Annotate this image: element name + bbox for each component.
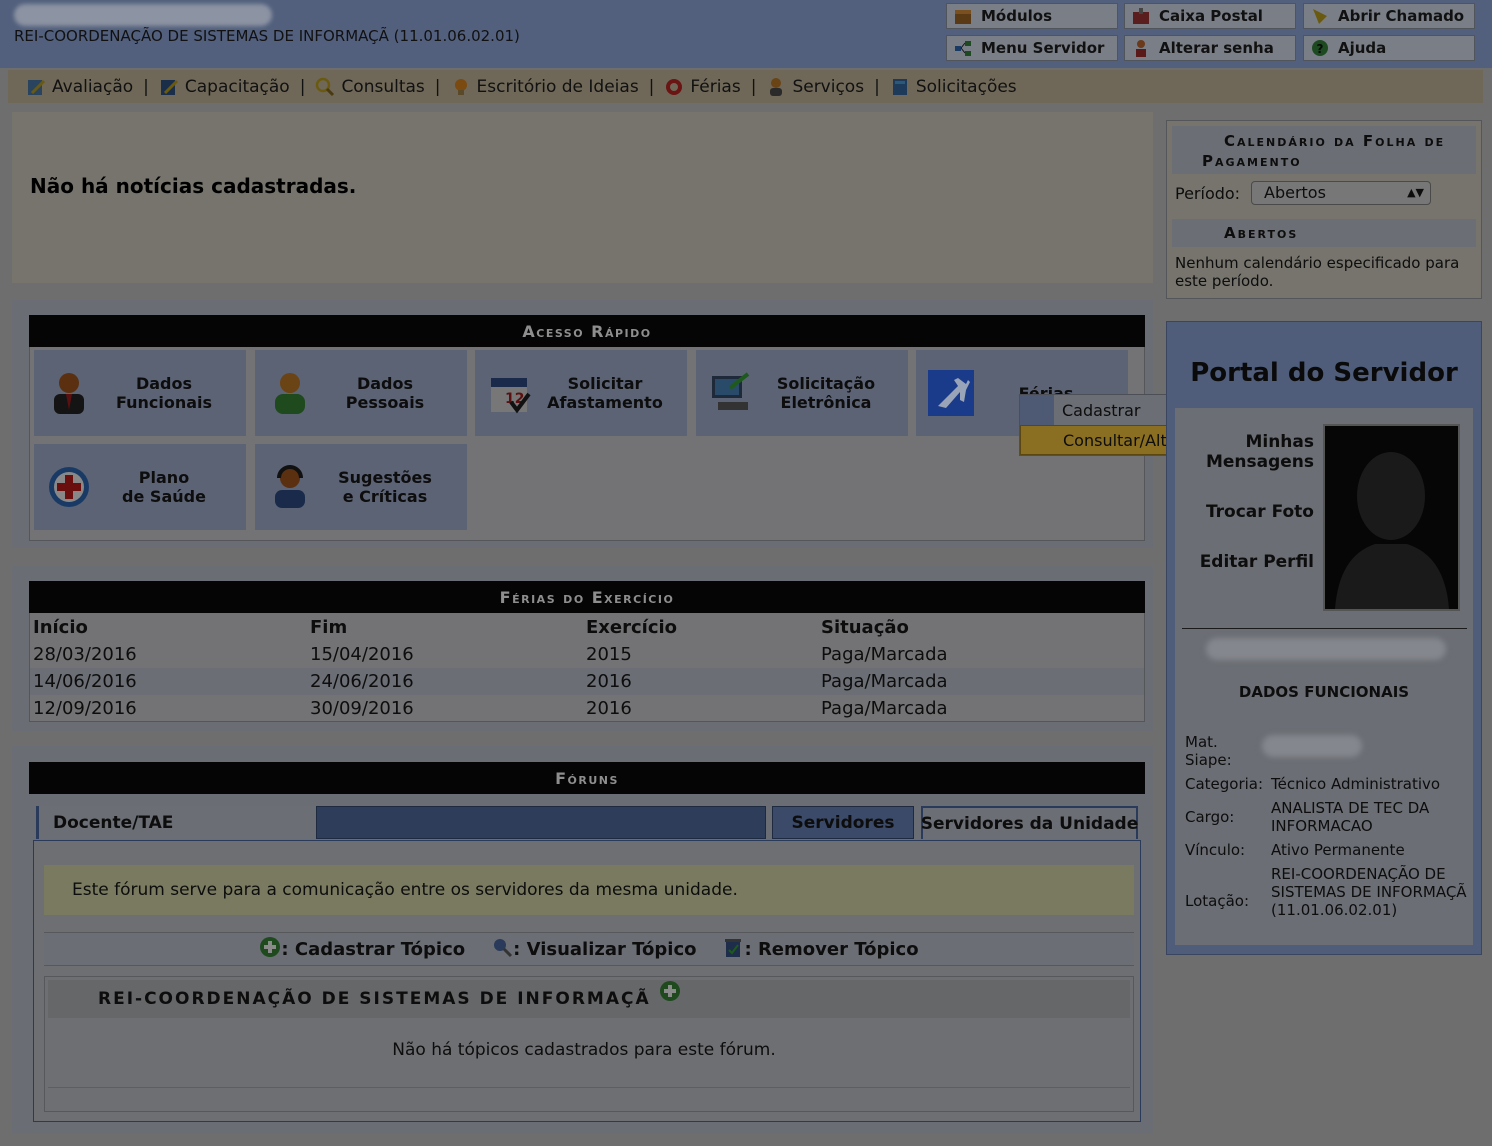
periodo-select[interactable]: Abertos ▲▼ bbox=[1251, 181, 1431, 205]
forum-legend: : Cadastrar Tópico : Visualizar Tópico :… bbox=[44, 932, 1134, 966]
user-name-redacted bbox=[14, 4, 272, 26]
field-label-categoria: Categoria: bbox=[1185, 775, 1264, 793]
menu-consultas[interactable]: Consultas bbox=[315, 77, 425, 97]
menu-icon bbox=[953, 38, 973, 58]
avatar bbox=[1323, 424, 1460, 611]
employee-name-redacted bbox=[1206, 638, 1446, 660]
menu-servicos[interactable]: Serviços bbox=[766, 77, 864, 97]
magnifier-icon bbox=[491, 936, 513, 963]
forum-name[interactable]: REI-COORDENAÇÃO DE SISTEMAS DE INFORMAÇÃ bbox=[98, 989, 651, 1009]
legend-remover: : Remover Tópico bbox=[722, 936, 919, 963]
field-value-lotacao: REI-COORDENAÇÃO DE SISTEMAS DE INFORMAÇÃ… bbox=[1271, 865, 1467, 919]
link-minhas-mensagens[interactable]: Minhas Mensagens bbox=[1180, 432, 1314, 472]
forum-name-row: REI-COORDENAÇÃO DE SISTEMAS DE INFORMAÇÃ bbox=[48, 980, 1130, 1018]
table-row: 28/03/2016 15/04/2016 2015 Paga/Marcada bbox=[33, 644, 948, 665]
ticket-icon bbox=[1310, 6, 1330, 26]
ferias-table-header: Início Fim Exercício Situação bbox=[30, 614, 1144, 641]
forums-title: Fóruns bbox=[29, 762, 1145, 794]
periodo-label: Período: bbox=[1175, 184, 1241, 203]
quick-dados-pessoais[interactable]: Dados Pessoais bbox=[255, 350, 467, 436]
calendar-title: Calendário da Folha de Pagamento bbox=[1172, 126, 1476, 174]
legend-visualizar: : Visualizar Tópico bbox=[491, 936, 696, 963]
menu-servidor-button[interactable]: Menu Servidor bbox=[946, 35, 1118, 61]
evaluation-icon bbox=[26, 77, 46, 97]
field-label-vinculo: Vínculo: bbox=[1185, 841, 1246, 859]
col-exercicio: Exercício bbox=[586, 617, 678, 638]
trash-icon bbox=[722, 936, 744, 963]
search-icon bbox=[315, 77, 335, 97]
ferias-title: Férias do Exercício bbox=[29, 581, 1145, 613]
table-row: 12/09/2016 30/09/2016 2016 Paga/Marcada bbox=[33, 698, 948, 719]
mailbox-button[interactable]: Caixa Postal bbox=[1124, 3, 1296, 29]
tab-servidores[interactable]: Servidores bbox=[772, 806, 914, 839]
user-key-icon bbox=[1131, 38, 1151, 58]
quick-dados-funcionais[interactable]: Dados Funcionais bbox=[34, 350, 246, 436]
field-value-cargo: ANALISTA DE TEC DA INFORMACAO bbox=[1271, 799, 1430, 835]
mailbox-icon bbox=[1131, 6, 1151, 26]
help-button[interactable]: ? Ajuda bbox=[1303, 35, 1475, 61]
change-password-button[interactable]: Alterar senha bbox=[1124, 35, 1296, 61]
open-ticket-button[interactable]: Abrir Chamado bbox=[1303, 3, 1475, 29]
person-icon bbox=[267, 370, 313, 416]
field-label-cargo: Cargo: bbox=[1185, 808, 1235, 826]
lightbulb-icon bbox=[451, 77, 471, 97]
link-editar-perfil[interactable]: Editar Perfil bbox=[1180, 552, 1314, 572]
field-value-categoria: Técnico Administrativo bbox=[1271, 775, 1441, 793]
dados-funcionais-title: DADOS FUNCIONAIS bbox=[1238, 683, 1410, 701]
legend-cadastrar: : Cadastrar Tópico bbox=[259, 936, 465, 963]
calendar-icon: 12 bbox=[487, 370, 533, 416]
tab-servidores-unidade[interactable]: Servidores da Unidade bbox=[921, 806, 1138, 839]
quick-sugestoes-criticas[interactable]: Sugestões e Críticas bbox=[255, 444, 467, 530]
col-fim: Fim bbox=[310, 617, 348, 638]
siape-redacted bbox=[1262, 735, 1362, 757]
health-cross-icon bbox=[46, 464, 92, 510]
divider bbox=[1182, 628, 1467, 629]
portal-title: Portal do Servidor bbox=[1190, 358, 1458, 388]
quick-plano-saude[interactable]: Plano de Saúde bbox=[34, 444, 246, 530]
unit-title: REI-COORDENAÇÃO DE SISTEMAS DE INFORMAÇÃ… bbox=[14, 27, 520, 45]
news-empty-message: Não há notícias cadastradas. bbox=[30, 174, 357, 198]
menu-avaliacao[interactable]: Avaliação bbox=[26, 77, 133, 97]
forum-empty-message: Não há tópicos cadastrados para este fór… bbox=[392, 1040, 776, 1060]
tab-docente-tae[interactable]: Docente/TAE bbox=[36, 806, 316, 839]
menu-escritorio-ideias[interactable]: Escritório de Ideias bbox=[451, 77, 639, 97]
link-trocar-foto[interactable]: Trocar Foto bbox=[1180, 502, 1314, 522]
forum-info-box: Este fórum serve para a comunicação entr… bbox=[44, 865, 1134, 915]
calendar-empty-message: Nenhum calendário especificado para este… bbox=[1175, 254, 1460, 290]
add-topic-icon[interactable] bbox=[659, 980, 681, 1007]
table-row: 14/06/2016 24/06/2016 2016 Paga/Marcada bbox=[30, 668, 1144, 695]
user-silhouette-icon bbox=[1325, 426, 1458, 609]
quick-solicitar-afastamento[interactable]: 12 Solicitar Afastamento bbox=[475, 350, 687, 436]
field-value-vinculo: Ativo Permanente bbox=[1271, 841, 1405, 859]
business-person-icon bbox=[46, 370, 92, 416]
select-arrows-icon: ▲▼ bbox=[1407, 186, 1424, 199]
divider bbox=[48, 1087, 1130, 1088]
add-icon bbox=[259, 936, 281, 963]
support-agent-icon bbox=[267, 464, 313, 510]
quick-solicitacao-eletronica[interactable]: Solicitação Eletrônica bbox=[696, 350, 908, 436]
abertos-header: Abertos bbox=[1172, 219, 1476, 247]
help-icon: ? bbox=[1310, 38, 1330, 58]
quick-access-title: Acesso Rápido bbox=[29, 315, 1145, 347]
main-menubar: Avaliação | Capacitação | Consultas | Es… bbox=[8, 70, 1483, 103]
modules-icon bbox=[953, 6, 973, 26]
book-icon bbox=[890, 77, 910, 97]
field-label-lotacao: Lotação: bbox=[1185, 892, 1250, 910]
field-label-siape: Mat. Siape: bbox=[1185, 733, 1232, 769]
col-inicio: Início bbox=[33, 617, 88, 638]
tab-spacer bbox=[316, 806, 766, 839]
lifebuoy-icon bbox=[664, 77, 684, 97]
computer-icon bbox=[708, 370, 754, 416]
menu-capacitacao[interactable]: Capacitação bbox=[159, 77, 290, 97]
menu-solicitacoes[interactable]: Solicitações bbox=[890, 77, 1017, 97]
menu-ferias[interactable]: Férias bbox=[664, 77, 741, 97]
training-icon bbox=[159, 77, 179, 97]
person-icon bbox=[766, 77, 786, 97]
svg-text:?: ? bbox=[1317, 42, 1324, 56]
modules-button[interactable]: Módulos bbox=[946, 3, 1118, 29]
col-situacao: Situação bbox=[821, 617, 909, 638]
airplane-icon bbox=[928, 370, 974, 416]
